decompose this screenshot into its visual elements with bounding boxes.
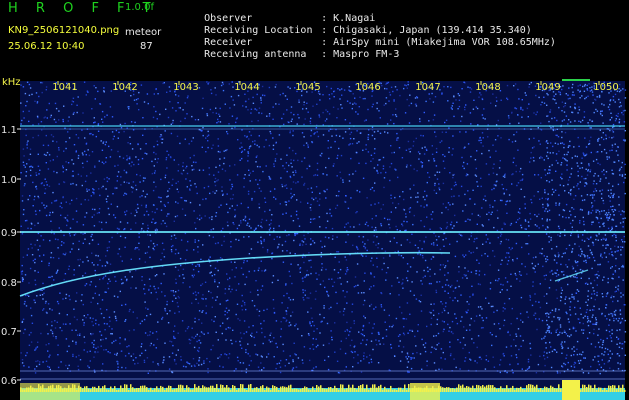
x-tick-label: 1048	[475, 82, 500, 93]
info-label: Receiving antenna	[204, 49, 307, 60]
y-tick-label: 0.7	[1, 327, 17, 338]
spectrogram: kHz 1041 1042 1043 1044 1045 1046 1047 1048 1049…	[0, 78, 629, 400]
file-name: KN9_2506121040.png	[8, 25, 120, 36]
y-tick-label: 1.1	[1, 125, 17, 136]
x-tick-label: 1043	[173, 82, 198, 93]
file-datetime: 25.06.12 10:40	[8, 41, 85, 52]
detection-mode: meteor	[125, 27, 162, 38]
x-tick-label: 1045	[295, 82, 320, 93]
x-tick-label: 1046	[355, 82, 380, 93]
spectrogram-background	[20, 81, 625, 398]
x-tick-label: 1047	[415, 82, 440, 93]
header-panel: H R O F F T 1.0.0f meteor KN9_2506121040…	[0, 0, 629, 78]
x-tick-label: 1041	[52, 82, 77, 93]
x-tick-label: 1042	[112, 82, 137, 93]
x-tick-label: 1050	[593, 82, 618, 93]
y-tick-label: 0.6	[1, 376, 17, 387]
x-tick-label: 1049	[535, 82, 560, 93]
axis-unit-label: kHz	[2, 78, 21, 88]
info-row-antenna: Receiving antenna : Maspro FM-3	[180, 38, 399, 71]
app-version: 1.0.0f	[125, 2, 154, 13]
y-tick-label: 0.9	[1, 228, 17, 239]
y-tick-label: 1.0	[1, 175, 17, 186]
detection-count: 87	[140, 41, 153, 52]
spectrogram-panel: kHz 1041 1042 1043 1044 1045 1046 1047 1048 1049…	[0, 78, 629, 400]
top-level-marks	[562, 79, 590, 81]
y-tick-label: 0.8	[1, 278, 17, 289]
info-value: : Maspro FM-3	[321, 49, 400, 60]
x-tick-label: 1044	[234, 82, 259, 93]
